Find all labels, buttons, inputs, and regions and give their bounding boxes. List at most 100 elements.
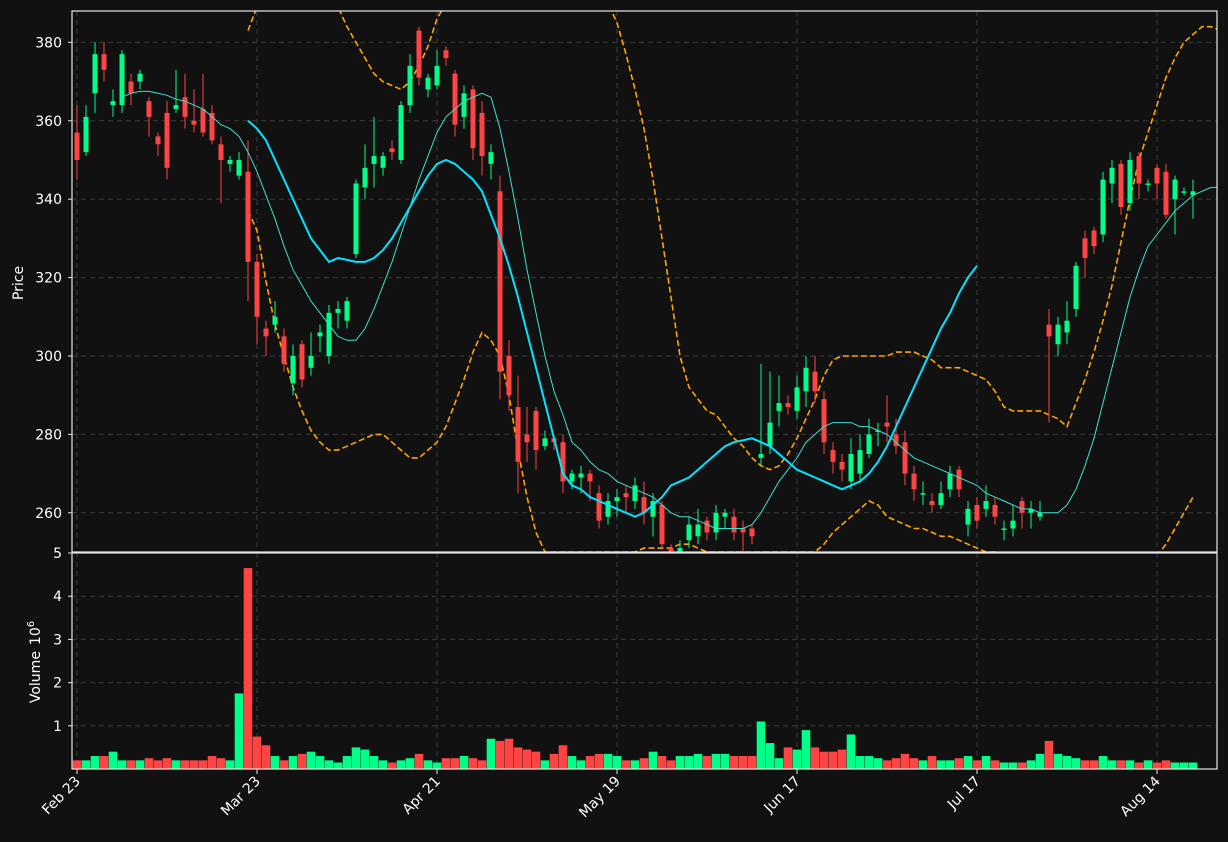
volume-bar xyxy=(738,756,748,769)
candle-body xyxy=(902,442,908,474)
candle-body xyxy=(290,355,296,384)
volume-bar xyxy=(702,756,712,769)
volume-bar xyxy=(333,762,343,769)
volume-bar xyxy=(909,758,919,769)
candle-body xyxy=(506,355,512,396)
candle-body xyxy=(1118,163,1124,208)
candle-body xyxy=(830,450,836,462)
candle-body xyxy=(1064,320,1070,333)
volume-bar xyxy=(189,760,199,769)
volume-bar xyxy=(621,760,631,769)
candle-body xyxy=(659,504,665,545)
volume-bar xyxy=(126,760,136,769)
volume-axis-label: Volume 106 xyxy=(26,621,44,703)
candle-body xyxy=(425,77,431,90)
candle-body xyxy=(308,355,314,368)
candle-body xyxy=(344,301,350,321)
volume-bar xyxy=(882,760,892,769)
volume-bar xyxy=(639,758,649,769)
volume-bar xyxy=(414,753,424,769)
candle-body xyxy=(119,54,125,106)
price-y-tick-label: 360 xyxy=(35,114,62,130)
volume-axis-label-text: Volume xyxy=(28,651,44,703)
x-axis: Feb 23 Mar 23 Apr 21 May 19 Jun 17 Jul 17 Aug … xyxy=(39,769,1164,821)
x-tick-label: Jul 17 xyxy=(944,774,984,814)
candle-body xyxy=(173,105,179,110)
volume-bar xyxy=(450,758,460,769)
candle-body xyxy=(533,410,539,451)
candle-body xyxy=(569,473,575,482)
candle-body xyxy=(794,387,800,411)
candle-body xyxy=(767,422,773,447)
volume-bar xyxy=(396,760,406,769)
candle-body xyxy=(587,473,593,482)
volume-y-tick-label: 5 xyxy=(53,546,62,562)
candle-body xyxy=(146,101,152,117)
price-y-tick-label: 260 xyxy=(35,506,62,522)
volume-bar xyxy=(252,736,262,769)
price-y-tick-label: 300 xyxy=(35,349,62,365)
volume-bar xyxy=(1161,760,1171,769)
volume-y-tick-label: 1 xyxy=(53,719,62,735)
volume-bar xyxy=(1089,760,1099,769)
volume-bar xyxy=(1080,760,1090,769)
volume-bar xyxy=(486,738,496,769)
candle-body xyxy=(479,112,485,157)
volume-bar xyxy=(1071,758,1081,769)
candle-body xyxy=(416,30,422,78)
volume-bar xyxy=(864,756,874,769)
volume-bar xyxy=(207,756,217,769)
candle-body xyxy=(1154,167,1160,184)
volume-bar xyxy=(171,760,181,769)
volume-bar xyxy=(1017,762,1027,769)
volume-bar xyxy=(765,743,775,769)
volume-bar xyxy=(792,749,802,769)
volume-bar xyxy=(558,745,568,769)
volume-bar xyxy=(1035,753,1045,769)
candle-body xyxy=(281,336,287,364)
volume-bar xyxy=(747,756,757,769)
volume-y-tick-label: 2 xyxy=(53,676,62,692)
candle-body xyxy=(884,422,890,427)
candle-body xyxy=(713,512,719,533)
long-moving-average-line xyxy=(247,120,978,518)
volume-bar xyxy=(675,756,685,769)
volume-bar xyxy=(945,760,955,769)
candle-body xyxy=(515,406,521,462)
volume-bar xyxy=(135,760,145,769)
volume-bar xyxy=(441,758,451,769)
x-tick-label: May 19 xyxy=(576,774,624,822)
candle-body xyxy=(524,434,530,443)
volume-bar xyxy=(603,753,613,769)
candle-body xyxy=(596,493,602,521)
volume-bar xyxy=(999,762,1009,769)
candle-body xyxy=(911,473,917,490)
volume-bar xyxy=(576,760,586,769)
volume-y-axis: 1 2 3 4 5 xyxy=(53,546,72,735)
price-grid xyxy=(72,11,1217,552)
candle-body xyxy=(101,54,107,70)
moving-average-lines xyxy=(121,90,1217,529)
candle-body xyxy=(236,159,242,176)
volume-bar xyxy=(936,760,946,769)
volume-bar xyxy=(1026,760,1036,769)
short-moving-average-line xyxy=(121,90,1217,529)
candle-body xyxy=(1172,179,1178,200)
candle-body xyxy=(992,504,998,517)
volume-bar xyxy=(801,730,811,769)
volume-bar xyxy=(1125,760,1135,769)
candle-body xyxy=(326,312,332,356)
candle-body xyxy=(623,493,629,498)
candle-body xyxy=(200,109,206,133)
candle-body xyxy=(1055,324,1061,345)
candle-body xyxy=(866,434,872,454)
volume-bar xyxy=(873,758,883,769)
volume-bar xyxy=(981,756,991,769)
volume-bar xyxy=(1044,740,1054,769)
volume-bar xyxy=(954,758,964,769)
volume-bar xyxy=(243,568,253,769)
candle-body xyxy=(821,399,827,443)
volume-bar xyxy=(693,753,703,769)
volume-bar xyxy=(162,758,172,769)
candle-body xyxy=(263,328,269,337)
